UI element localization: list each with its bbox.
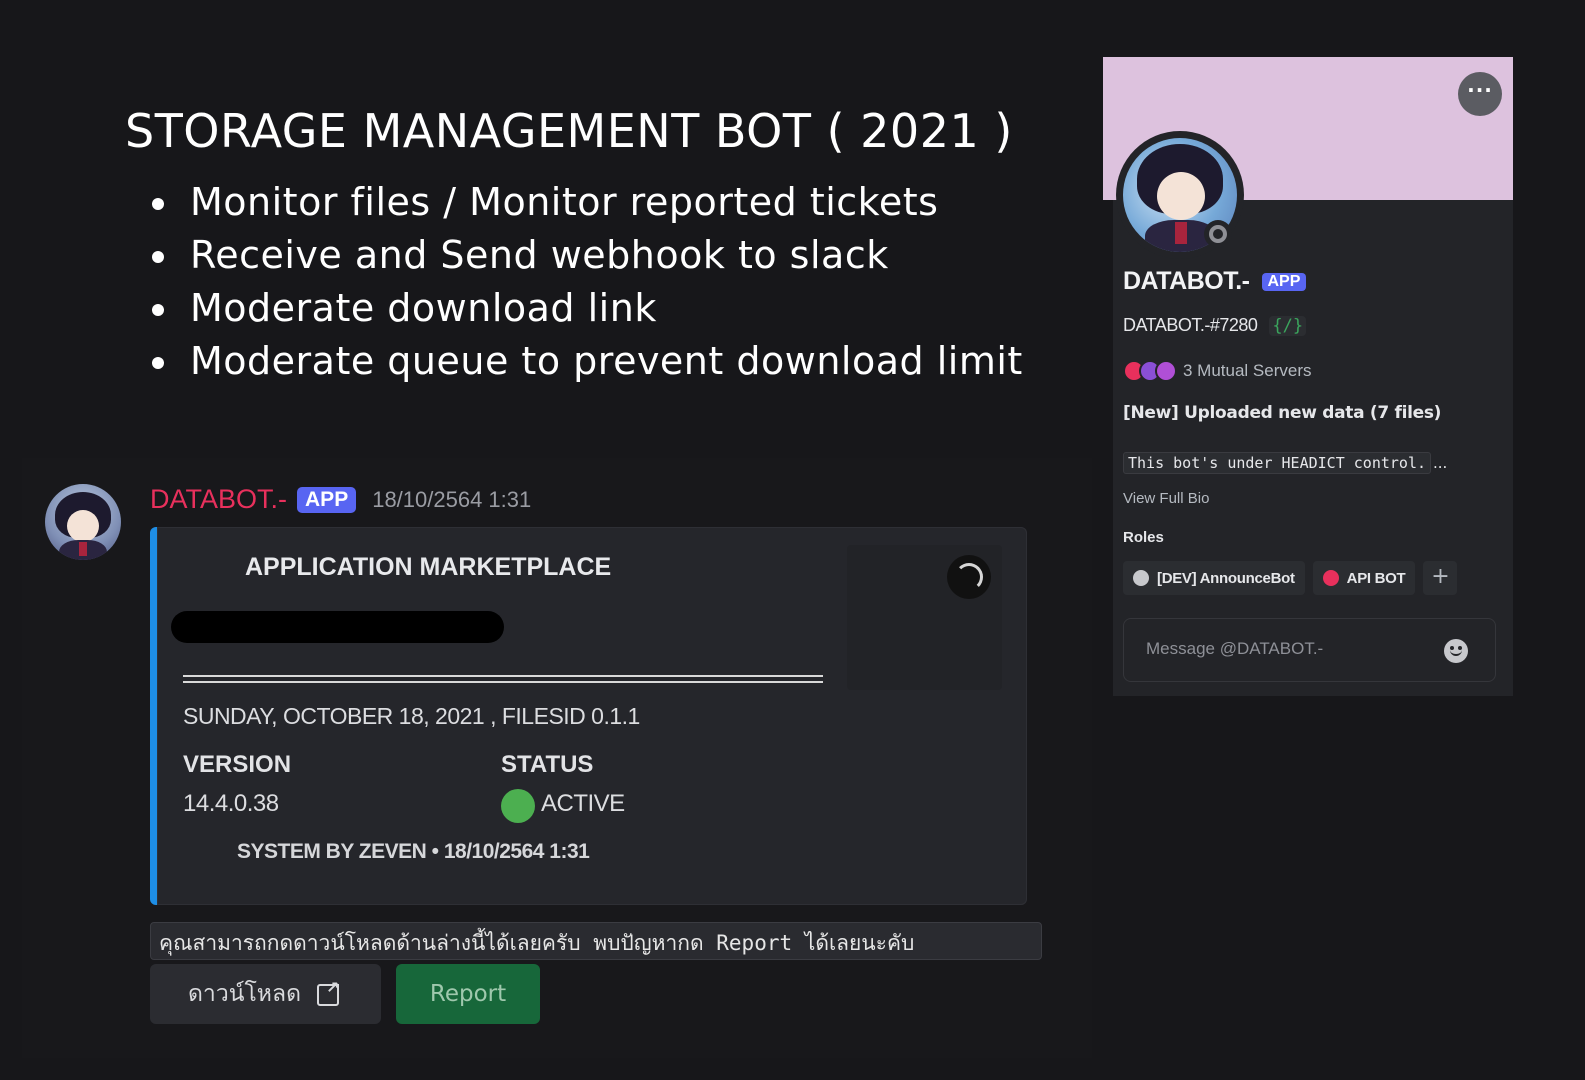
redacted-bar <box>171 611 504 643</box>
message-placeholder: Message @DATABOT.- <box>1146 639 1324 658</box>
message-embed: APPLICATION MARKETPLACE SUNDAY, OCTOBER … <box>150 527 1027 905</box>
external-link-icon: ↗ <box>317 978 343 1007</box>
feature-item: Moderate download link <box>150 282 1023 335</box>
feature-item: Monitor files / Monitor reported tickets <box>150 176 1023 229</box>
version-value: 14.4.0.38 <box>183 790 279 817</box>
role-name: [DEV] AnnounceBot <box>1157 569 1295 587</box>
status-dot-icon <box>501 789 535 823</box>
roles-list: [DEV] AnnounceBot API BOT + <box>1123 561 1458 595</box>
role-color-icon <box>1322 570 1339 586</box>
role-chip[interactable]: [DEV] AnnounceBot <box>1123 561 1305 595</box>
offline-status-icon <box>1204 220 1232 248</box>
server-icon <box>1155 360 1177 382</box>
profile-popout: ··· DATABOT.- APP DATABOT.-#7280 {/} 3 M… <box>1103 57 1513 696</box>
embed-date-line: SUNDAY, OCTOBER 18, 2021 , FILESID 0.1.1 <box>183 703 640 729</box>
slash-commands-icon[interactable]: {/} <box>1269 315 1307 336</box>
feature-list: Monitor files / Monitor reported tickets… <box>150 176 1023 388</box>
inline-code-message: คุณสามารถกดดาวน์โหลดด้านล่างนี้ได้เลยครั… <box>150 922 1042 960</box>
message-author[interactable]: DATABOT.- <box>150 484 287 515</box>
download-button[interactable]: ดาวน์โหลด ↗ <box>150 964 381 1024</box>
add-role-button[interactable]: + <box>1423 561 1458 595</box>
message-timestamp: 18/10/2564 1:31 <box>372 486 532 512</box>
slide-title: STORAGE MANAGEMENT BOT ( 2021 ) <box>125 104 1013 158</box>
profile-display-name: DATABOT.- <box>1123 267 1250 295</box>
feature-item: Receive and Send webhook to slack <box>150 229 1023 282</box>
status-label: STATUS <box>501 751 594 778</box>
profile-edge <box>1103 200 1113 696</box>
mutual-servers-label: 3 Mutual Servers <box>1183 361 1312 380</box>
profile-app-badge: APP <box>1261 272 1307 291</box>
author-avatar[interactable] <box>45 484 121 560</box>
profile-username: DATABOT.-#7280 <box>1123 315 1258 335</box>
mutual-servers[interactable]: 3 Mutual Servers <box>1123 360 1312 382</box>
report-button[interactable]: Report <box>396 964 540 1024</box>
view-full-bio-link[interactable]: View Full Bio <box>1123 490 1209 507</box>
embed-footer: SYSTEM BY ZEVEN • 18/10/2564 1:31 <box>237 840 590 863</box>
status-value: ACTIVE <box>541 790 625 817</box>
profile-name-row: DATABOT.- APP <box>1123 267 1307 296</box>
bio-code: This bot's under HEADICT control. <box>1123 452 1432 474</box>
feature-item: Moderate queue to prevent download limit <box>150 335 1023 388</box>
roles-heading: Roles <box>1123 529 1164 546</box>
direct-message-input[interactable]: Message @DATABOT.- <box>1123 618 1496 682</box>
message-header: DATABOT.- APP 18/10/2564 1:31 <box>150 484 531 515</box>
download-button-label: ดาวน์โหลด <box>187 981 302 1007</box>
app-badge: APP <box>297 486 357 513</box>
role-chip[interactable]: API BOT <box>1312 561 1416 595</box>
report-button-label: Report <box>429 981 507 1007</box>
role-name: API BOT <box>1346 569 1406 587</box>
loading-spinner-icon <box>947 555 991 599</box>
custom-status: [New] Uploaded new data (7 files) <box>1123 403 1442 423</box>
profile-tag-row: DATABOT.-#7280 {/} <box>1123 315 1307 336</box>
bio-ellipsis: ... <box>1433 454 1448 472</box>
more-options-button[interactable]: ··· <box>1458 72 1502 116</box>
emoji-icon[interactable] <box>1444 639 1468 663</box>
version-label: VERSION <box>183 751 292 778</box>
profile-bio: This bot's under HEADICT control. ... <box>1123 452 1447 474</box>
role-color-icon <box>1133 570 1149 586</box>
embed-divider <box>183 675 823 683</box>
embed-title: APPLICATION MARKETPLACE <box>245 553 612 581</box>
